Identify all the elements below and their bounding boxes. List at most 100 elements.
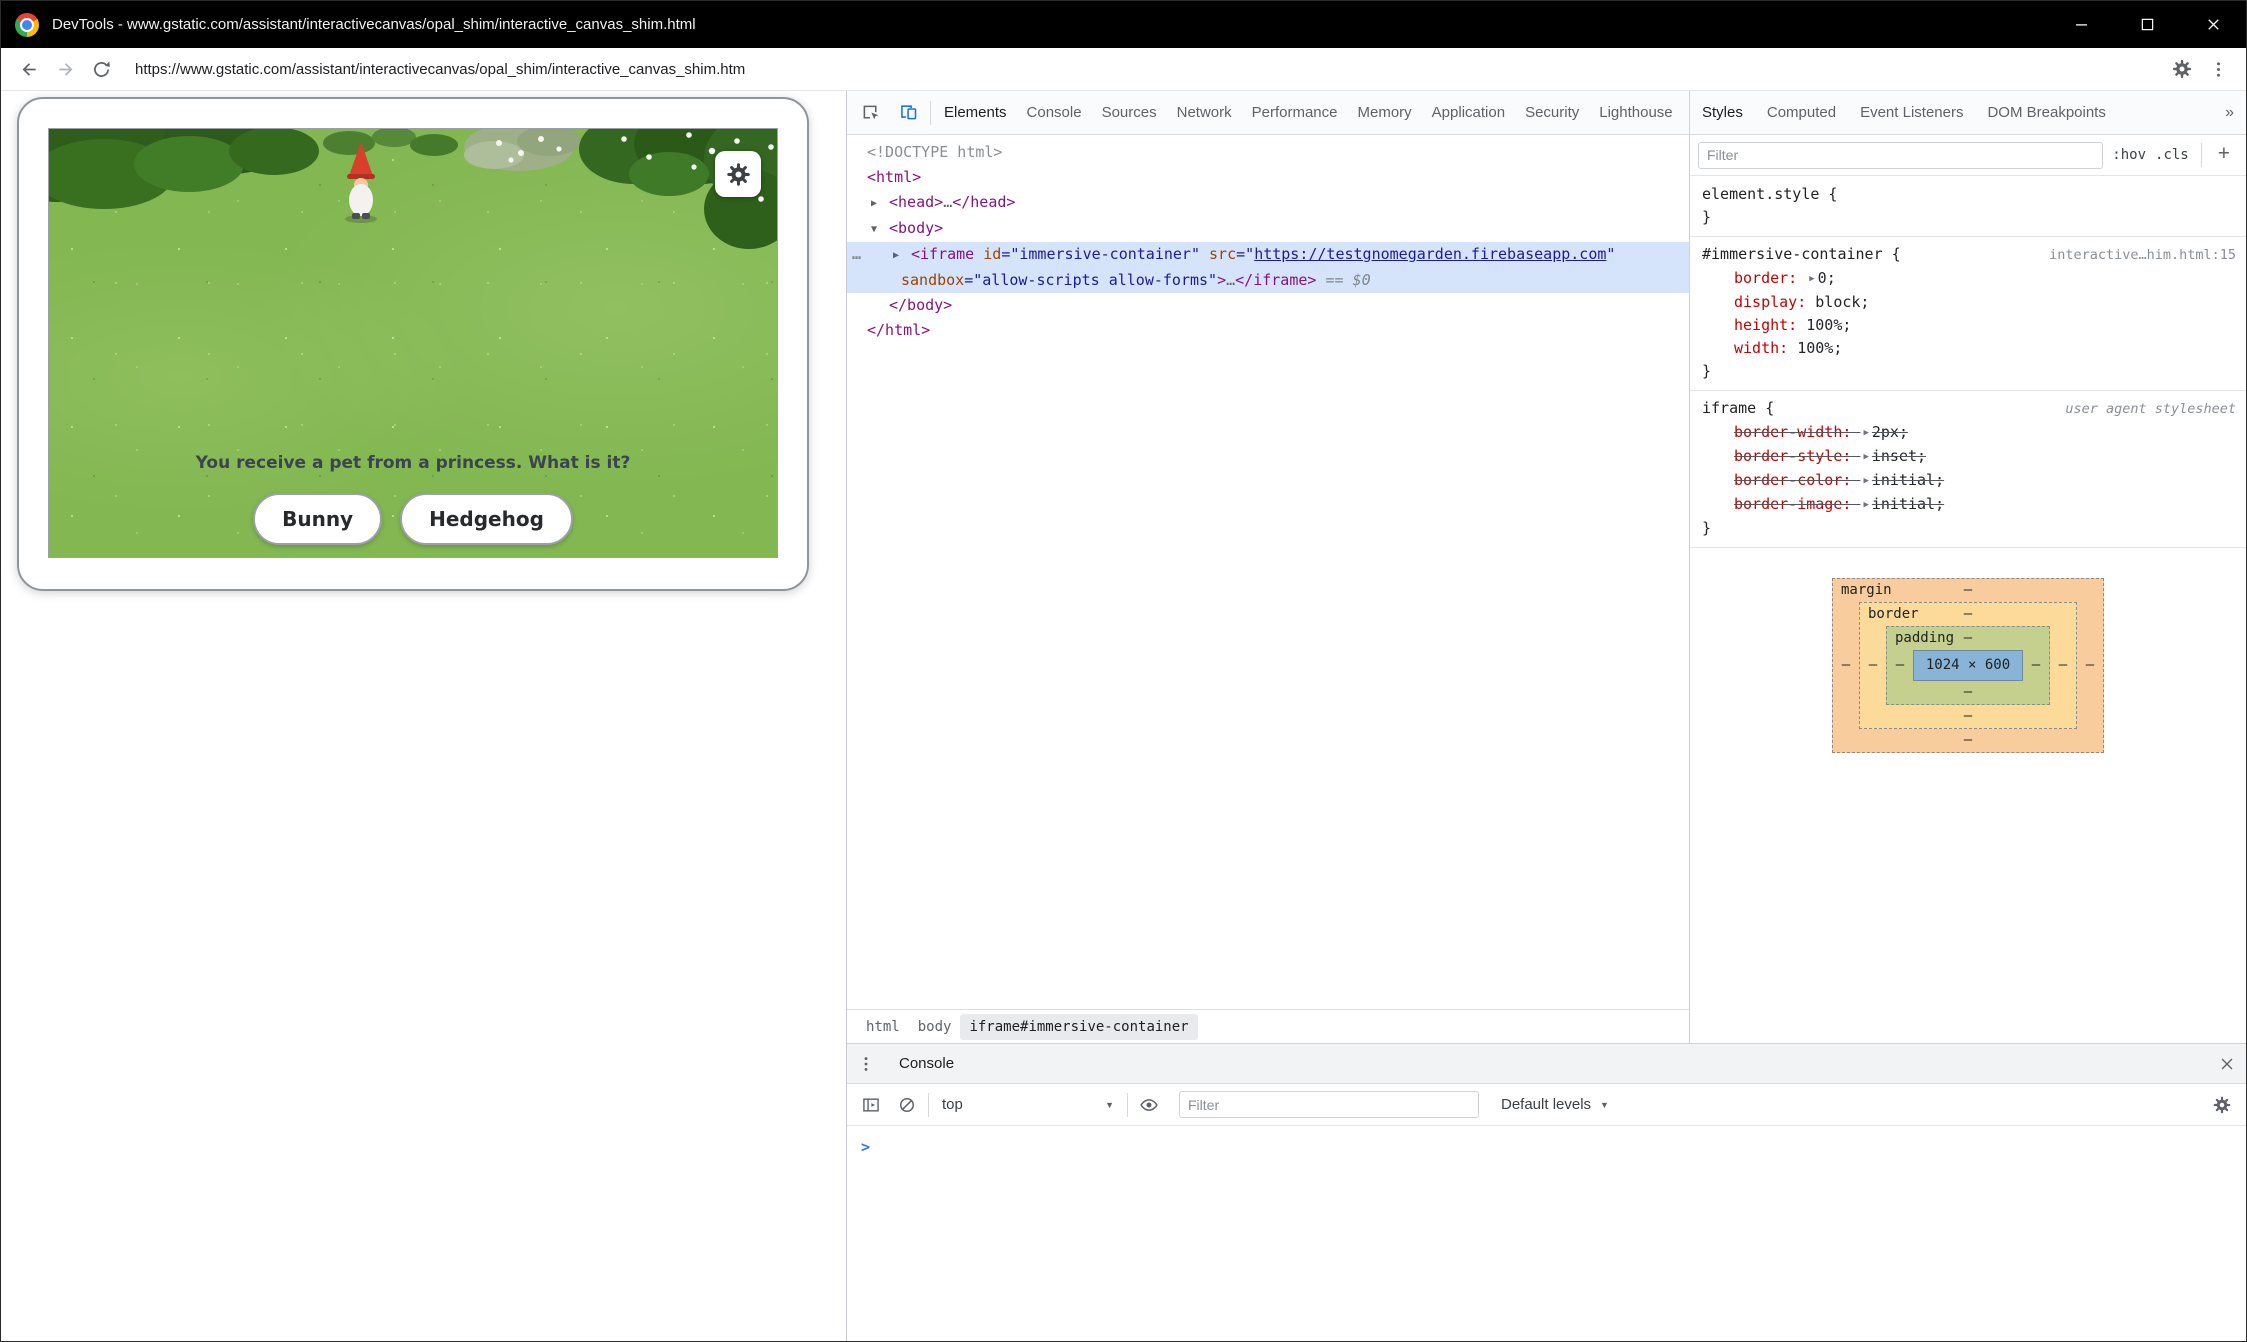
iframe-src-link[interactable]: https://testgnomegarden.firebaseapp.com <box>1254 245 1606 263</box>
tab-computed[interactable]: Computed <box>1755 104 1848 121</box>
gear-icon <box>725 161 752 188</box>
expand-icon[interactable]: ▶ <box>871 191 889 216</box>
iframe-node-selected[interactable]: …▶<iframe id="immersive-container" src="… <box>847 242 1689 268</box>
breadcrumb-iframe[interactable]: iframe#immersive-container <box>960 1014 1197 1040</box>
maximize-button[interactable] <box>2114 1 2180 48</box>
console-messages: > <box>847 1126 2246 1156</box>
head-node[interactable]: ▶<head>…</head> <box>847 190 1689 216</box>
kebab-icon <box>856 1054 876 1074</box>
iframe-ua-rule[interactable]: iframe { user agent stylesheet border-wid… <box>1690 391 2246 548</box>
styles-rules: element.style { } #immersive-container {… <box>1690 177 2246 1043</box>
tab-security[interactable]: Security <box>1515 91 1589 135</box>
menu-kebab-button[interactable] <box>2200 51 2236 87</box>
tab-performance[interactable]: Performance <box>1242 91 1348 135</box>
clear-console-icon <box>897 1095 917 1115</box>
css-property-border-style[interactable]: border-style: ▶inset; <box>1702 445 2236 469</box>
css-property-border-width[interactable]: border-width: ▶2px; <box>1702 421 2236 445</box>
body-node[interactable]: ▼<body> <box>847 216 1689 242</box>
rule-selector[interactable]: iframe { <box>1702 397 1774 420</box>
tab-console[interactable]: Console <box>1017 91 1092 135</box>
device-toolbar-icon <box>898 102 919 123</box>
tab-sources[interactable]: Sources <box>1092 91 1167 135</box>
expand-shorthand-icon[interactable]: ▶ <box>1809 268 1814 291</box>
minimize-button[interactable] <box>2048 1 2114 48</box>
html-node[interactable]: <html> <box>847 165 1689 190</box>
box-model-content: 1024 × 600 <box>1913 650 2023 681</box>
live-expression-eye-button[interactable] <box>1131 1087 1167 1123</box>
expand-shorthand-icon[interactable]: ▶ <box>1863 446 1868 469</box>
tab-event-listeners[interactable]: Event Listeners <box>1848 104 1975 121</box>
styles-filter-bar: :hov .cls + <box>1690 135 2246 176</box>
tab-memory[interactable]: Memory <box>1348 91 1422 135</box>
pseudo-state-toggle[interactable]: :hov <box>2112 147 2146 163</box>
drawer-close-button[interactable] <box>2208 1044 2246 1084</box>
dom-more-actions-icon[interactable]: … <box>852 242 862 267</box>
prompt-chevron-icon: > <box>861 1138 870 1156</box>
doctype-node[interactable]: <!DOCTYPE html> <box>847 140 1689 165</box>
device-toolbar-button[interactable] <box>889 91 927 135</box>
tab-network[interactable]: Network <box>1167 91 1242 135</box>
inspect-element-button[interactable] <box>851 91 889 135</box>
tab-styles[interactable]: Styles <box>1690 104 1755 121</box>
user-agent-stylesheet-label: user agent stylesheet <box>2055 398 2236 421</box>
expand-shorthand-icon[interactable]: ▶ <box>1863 494 1868 517</box>
breadcrumb-body[interactable]: body <box>909 1014 961 1040</box>
tab-lighthouse[interactable]: Lighthouse <box>1589 91 1682 135</box>
back-button[interactable] <box>11 51 47 87</box>
tab-application[interactable]: Application <box>1422 91 1515 135</box>
css-property-border[interactable]: border: ▶0; <box>1702 267 2236 291</box>
css-property-width[interactable]: width: 100%; <box>1702 337 2236 360</box>
address-bar[interactable]: https://www.gstatic.com/assistant/intera… <box>135 61 745 78</box>
box-model-border: border– – padding– – 1024 × 600 – <box>1859 602 2077 729</box>
expand-shorthand-icon[interactable]: ▶ <box>1863 422 1868 445</box>
game-settings-button[interactable] <box>715 151 761 197</box>
console-filter-input[interactable] <box>1179 1091 1479 1118</box>
garden-gnome <box>339 139 383 225</box>
reload-button[interactable] <box>83 51 119 87</box>
tab-elements[interactable]: Elements <box>934 91 1017 135</box>
element-class-toggle[interactable]: .cls <box>2155 147 2189 163</box>
bunny-button[interactable]: Bunny <box>253 493 382 545</box>
console-sidebar-button[interactable] <box>853 1087 889 1123</box>
execution-context-select[interactable]: top ▼ <box>932 1096 1124 1113</box>
more-tabs-icon[interactable]: » <box>2213 104 2246 122</box>
html-close-node[interactable]: </html> <box>847 318 1689 343</box>
close-button[interactable] <box>2180 1 2246 48</box>
styles-sidebar: Styles Computed Event Listeners DOM Brea… <box>1689 91 2246 1043</box>
divider <box>2201 143 2202 167</box>
breadcrumb-html[interactable]: html <box>857 1014 909 1040</box>
css-property-display[interactable]: display: block; <box>1702 291 2236 314</box>
clear-console-button[interactable] <box>889 1087 925 1123</box>
console-settings-button[interactable] <box>2204 1087 2240 1123</box>
box-model-padding: padding– – 1024 × 600 – – <box>1886 626 2050 705</box>
new-style-rule-icon[interactable]: + <box>2214 142 2238 168</box>
css-property-border-image[interactable]: border-image: ▶initial; <box>1702 493 2236 517</box>
drawer-tabbar: Console <box>847 1044 2246 1084</box>
divider <box>1127 1093 1128 1117</box>
drawer-tab-console[interactable]: Console <box>885 1044 968 1083</box>
expand-icon[interactable]: ▶ <box>893 243 911 268</box>
devtools-tabbar: Elements Console Sources Network Perform… <box>847 91 1689 135</box>
styles-filter-input[interactable] <box>1698 142 2103 169</box>
hedgehog-button[interactable]: Hedgehog <box>400 493 573 545</box>
settings-gear-button[interactable] <box>2164 51 2200 87</box>
iframe-node-selected-wrap[interactable]: sandbox="allow-scripts allow-forms">…</i… <box>847 268 1689 293</box>
immersive-container-rule[interactable]: #immersive-container { interactive…him.ht… <box>1690 237 2246 391</box>
window-titlebar: DevTools - www.gstatic.com/assistant/int… <box>1 1 2246 48</box>
stylesheet-source-link[interactable]: interactive…him.html:15 <box>2039 244 2236 267</box>
rule-selector[interactable]: element.style { <box>1702 183 1837 206</box>
eye-icon <box>1139 1095 1159 1115</box>
forward-button[interactable] <box>47 51 83 87</box>
css-property-border-color[interactable]: border-color: ▶initial; <box>1702 469 2236 493</box>
rule-selector[interactable]: #immersive-container { <box>1702 243 1901 266</box>
expand-shorthand-icon[interactable]: ▶ <box>1863 470 1868 493</box>
css-property-height[interactable]: height: 100%; <box>1702 314 2236 337</box>
console-prompt[interactable]: > <box>847 1126 2246 1156</box>
element-style-rule[interactable]: element.style { } <box>1690 177 2246 237</box>
collapse-icon[interactable]: ▼ <box>871 217 889 242</box>
drawer-menu-kebab-button[interactable] <box>847 1044 885 1084</box>
body-close-node[interactable]: </body> <box>847 293 1689 318</box>
tab-dom-breakpoints[interactable]: DOM Breakpoints <box>1975 104 2117 121</box>
console-drawer: Console top ▼ Default levels ▼ <box>847 1043 2246 1341</box>
log-levels-select[interactable]: Default levels ▼ <box>1501 1096 1609 1113</box>
